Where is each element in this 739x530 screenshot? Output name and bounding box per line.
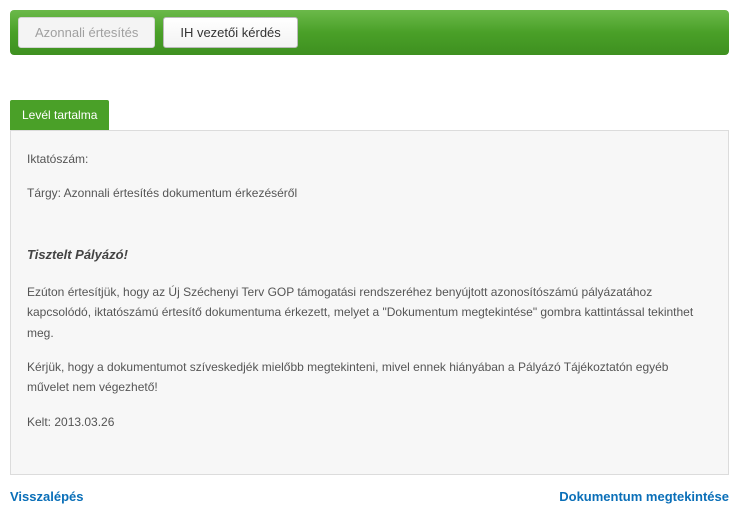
ih-leader-question-button[interactable]: IH vezetői kérdés xyxy=(163,17,297,48)
top-toolbar: Azonnali értesítés IH vezetői kérdés xyxy=(10,10,729,55)
instant-notify-button: Azonnali értesítés xyxy=(18,17,155,48)
iktato-row: Iktatószám: xyxy=(27,149,712,169)
footer-bar: Visszalépés Dokumentum megtekintése xyxy=(10,489,729,504)
kelt-row: Kelt: 2013.03.26 xyxy=(27,412,712,432)
targy-row: Tárgy: Azonnali értesítés dokumentum érk… xyxy=(27,183,712,203)
paragraph-1: Ezúton értesítjük, hogy az Új Széchenyi … xyxy=(27,282,712,343)
tab-letter-content[interactable]: Levél tartalma xyxy=(10,100,109,130)
paragraph-2: Kérjük, hogy a dokumentumot szíveskedjék… xyxy=(27,357,712,398)
tab-strip: Levél tartalma xyxy=(10,100,729,130)
salutation: Tisztelt Pályázó! xyxy=(27,244,712,266)
view-document-link[interactable]: Dokumentum megtekintése xyxy=(559,489,729,504)
back-link[interactable]: Visszalépés xyxy=(10,489,83,504)
letter-body: Iktatószám: Tárgy: Azonnali értesítés do… xyxy=(27,149,712,432)
letter-panel: Iktatószám: Tárgy: Azonnali értesítés do… xyxy=(10,130,729,475)
